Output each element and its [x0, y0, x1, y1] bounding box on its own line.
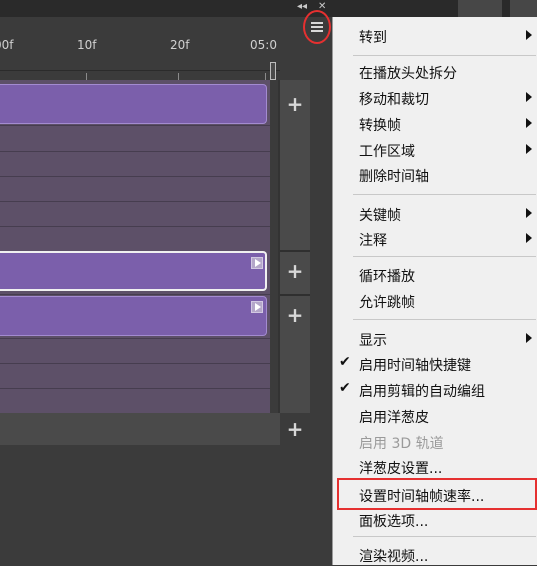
track-divider — [0, 151, 270, 152]
track-divider — [0, 226, 270, 227]
menu-item-move-and-trim[interactable]: 移动和裁切 — [333, 85, 537, 109]
track-divider — [0, 363, 270, 364]
menu-item-label: 洋葱皮设置... — [359, 461, 443, 477]
submenu-arrow-icon — [526, 233, 532, 243]
menu-item-label: 注释 — [359, 233, 387, 249]
add-media-button[interactable]: + — [280, 94, 310, 114]
highlight-box — [337, 478, 537, 510]
panel-flyout-menu: 转到 在播放头处拆分 移动和裁切 转换帧 工作区域 删除时间轴 关键帧 注释 循… — [332, 17, 537, 565]
menu-item-label: 移动和裁切 — [359, 92, 429, 108]
audio-track[interactable] — [0, 413, 280, 445]
submenu-arrow-icon — [526, 92, 532, 102]
menu-item-label: 转到 — [359, 30, 387, 46]
menu-item-label: 启用剪辑的自动编组 — [359, 384, 485, 400]
checkmark-icon: ✔ — [339, 380, 351, 396]
menu-item-onion-skin-settings[interactable]: 洋葱皮设置... — [333, 454, 537, 478]
menu-separator — [353, 536, 536, 537]
ruler-tick-label: 05:0 — [250, 38, 277, 52]
panel-menu-button[interactable] — [303, 10, 331, 44]
panel-title-bar: ◂◂ ✕ — [0, 0, 537, 17]
menu-item-delete-timeline[interactable]: 删除时间轴 — [333, 162, 537, 186]
ruler-divider — [0, 70, 280, 71]
submenu-arrow-icon — [526, 208, 532, 218]
track-divider — [0, 338, 270, 339]
ruler-tick-label: 00f — [0, 38, 14, 52]
menu-item-label: 关键帧 — [359, 208, 401, 224]
menu-item-label: 在播放头处拆分 — [359, 66, 457, 82]
menu-item-transition-frames[interactable]: 转换帧 — [333, 111, 537, 135]
menu-item-goto[interactable]: 转到 — [333, 23, 537, 47]
menu-item-enable-onion-skins[interactable]: 启用洋葱皮 — [333, 403, 537, 427]
menu-item-label: 循环播放 — [359, 269, 415, 285]
submenu-arrow-icon — [526, 30, 532, 40]
menu-separator — [353, 256, 536, 257]
submenu-arrow-icon — [526, 118, 532, 128]
submenu-arrow-icon — [526, 144, 532, 154]
gutter-divider — [280, 294, 310, 296]
menu-item-enable-3d-tracks: 启用 3D 轨道 — [333, 429, 537, 453]
gutter-divider — [280, 250, 310, 252]
add-audio-button[interactable]: + — [280, 419, 310, 439]
track-divider — [0, 125, 270, 126]
menu-item-label: 启用 3D 轨道 — [359, 436, 444, 452]
menu-item-render-video[interactable]: 渲染视频... — [333, 542, 537, 566]
menu-item-enable-timeline-shortcuts[interactable]: ✔ 启用时间轴快捷键 — [333, 351, 537, 375]
submenu-arrow-icon — [526, 333, 532, 343]
menu-item-label: 转换帧 — [359, 118, 401, 134]
menu-separator — [353, 55, 536, 56]
add-media-button[interactable]: + — [280, 261, 310, 281]
menu-item-label: 渲染视频... — [359, 549, 429, 565]
time-ruler[interactable]: 00f 10f 20f 05:0 — [0, 17, 280, 85]
checkmark-icon: ✔ — [339, 354, 351, 370]
add-media-button[interactable]: + — [280, 305, 310, 325]
menu-item-label: 删除时间轴 — [359, 169, 429, 185]
clip-expand-icon[interactable] — [251, 257, 263, 269]
track-add-gutter — [280, 80, 310, 413]
menu-item-label: 启用洋葱皮 — [359, 410, 429, 426]
menu-separator — [353, 319, 536, 320]
menu-item-label: 显示 — [359, 333, 387, 349]
video-clip[interactable] — [0, 84, 267, 124]
ruler-tick-label: 10f — [77, 38, 97, 52]
menu-item-keyframes[interactable]: 关键帧 — [333, 201, 537, 225]
video-clip-selected[interactable] — [0, 251, 267, 291]
clip-expand-icon[interactable] — [251, 301, 263, 313]
track-divider — [0, 294, 270, 295]
track-divider — [0, 176, 270, 177]
playhead-handle[interactable] — [270, 62, 276, 80]
track-divider — [0, 201, 270, 202]
timeline-empty-area — [0, 445, 332, 565]
menu-separator — [353, 194, 536, 195]
menu-item-label: 启用时间轴快捷键 — [359, 358, 471, 374]
menu-item-label: 工作区域 — [359, 144, 415, 160]
track-divider — [0, 388, 270, 389]
menu-item-show[interactable]: 显示 — [333, 326, 537, 350]
timeline-tracks[interactable] — [0, 80, 270, 413]
panel-menu-icon — [311, 22, 323, 32]
menu-item-label: 允许跳帧 — [359, 295, 415, 311]
menu-item-allow-frame-skip[interactable]: 允许跳帧 — [333, 288, 537, 312]
panel-tab[interactable] — [510, 0, 537, 17]
menu-item-label: 面板选项... — [359, 514, 429, 530]
collapse-panel-icon[interactable]: ◂◂ — [297, 0, 307, 14]
menu-item-panel-options[interactable]: 面板选项... — [333, 507, 537, 531]
video-clip[interactable] — [0, 296, 267, 336]
menu-item-enable-auto-grouping[interactable]: ✔ 启用剪辑的自动编组 — [333, 377, 537, 401]
ruler-tick-label: 20f — [170, 38, 190, 52]
menu-item-work-area[interactable]: 工作区域 — [333, 137, 537, 161]
panel-tab[interactable] — [458, 0, 502, 17]
menu-item-loop-playback[interactable]: 循环播放 — [333, 262, 537, 286]
menu-item-comments[interactable]: 注释 — [333, 226, 537, 250]
menu-item-split-at-playhead[interactable]: 在播放头处拆分 — [333, 59, 537, 83]
